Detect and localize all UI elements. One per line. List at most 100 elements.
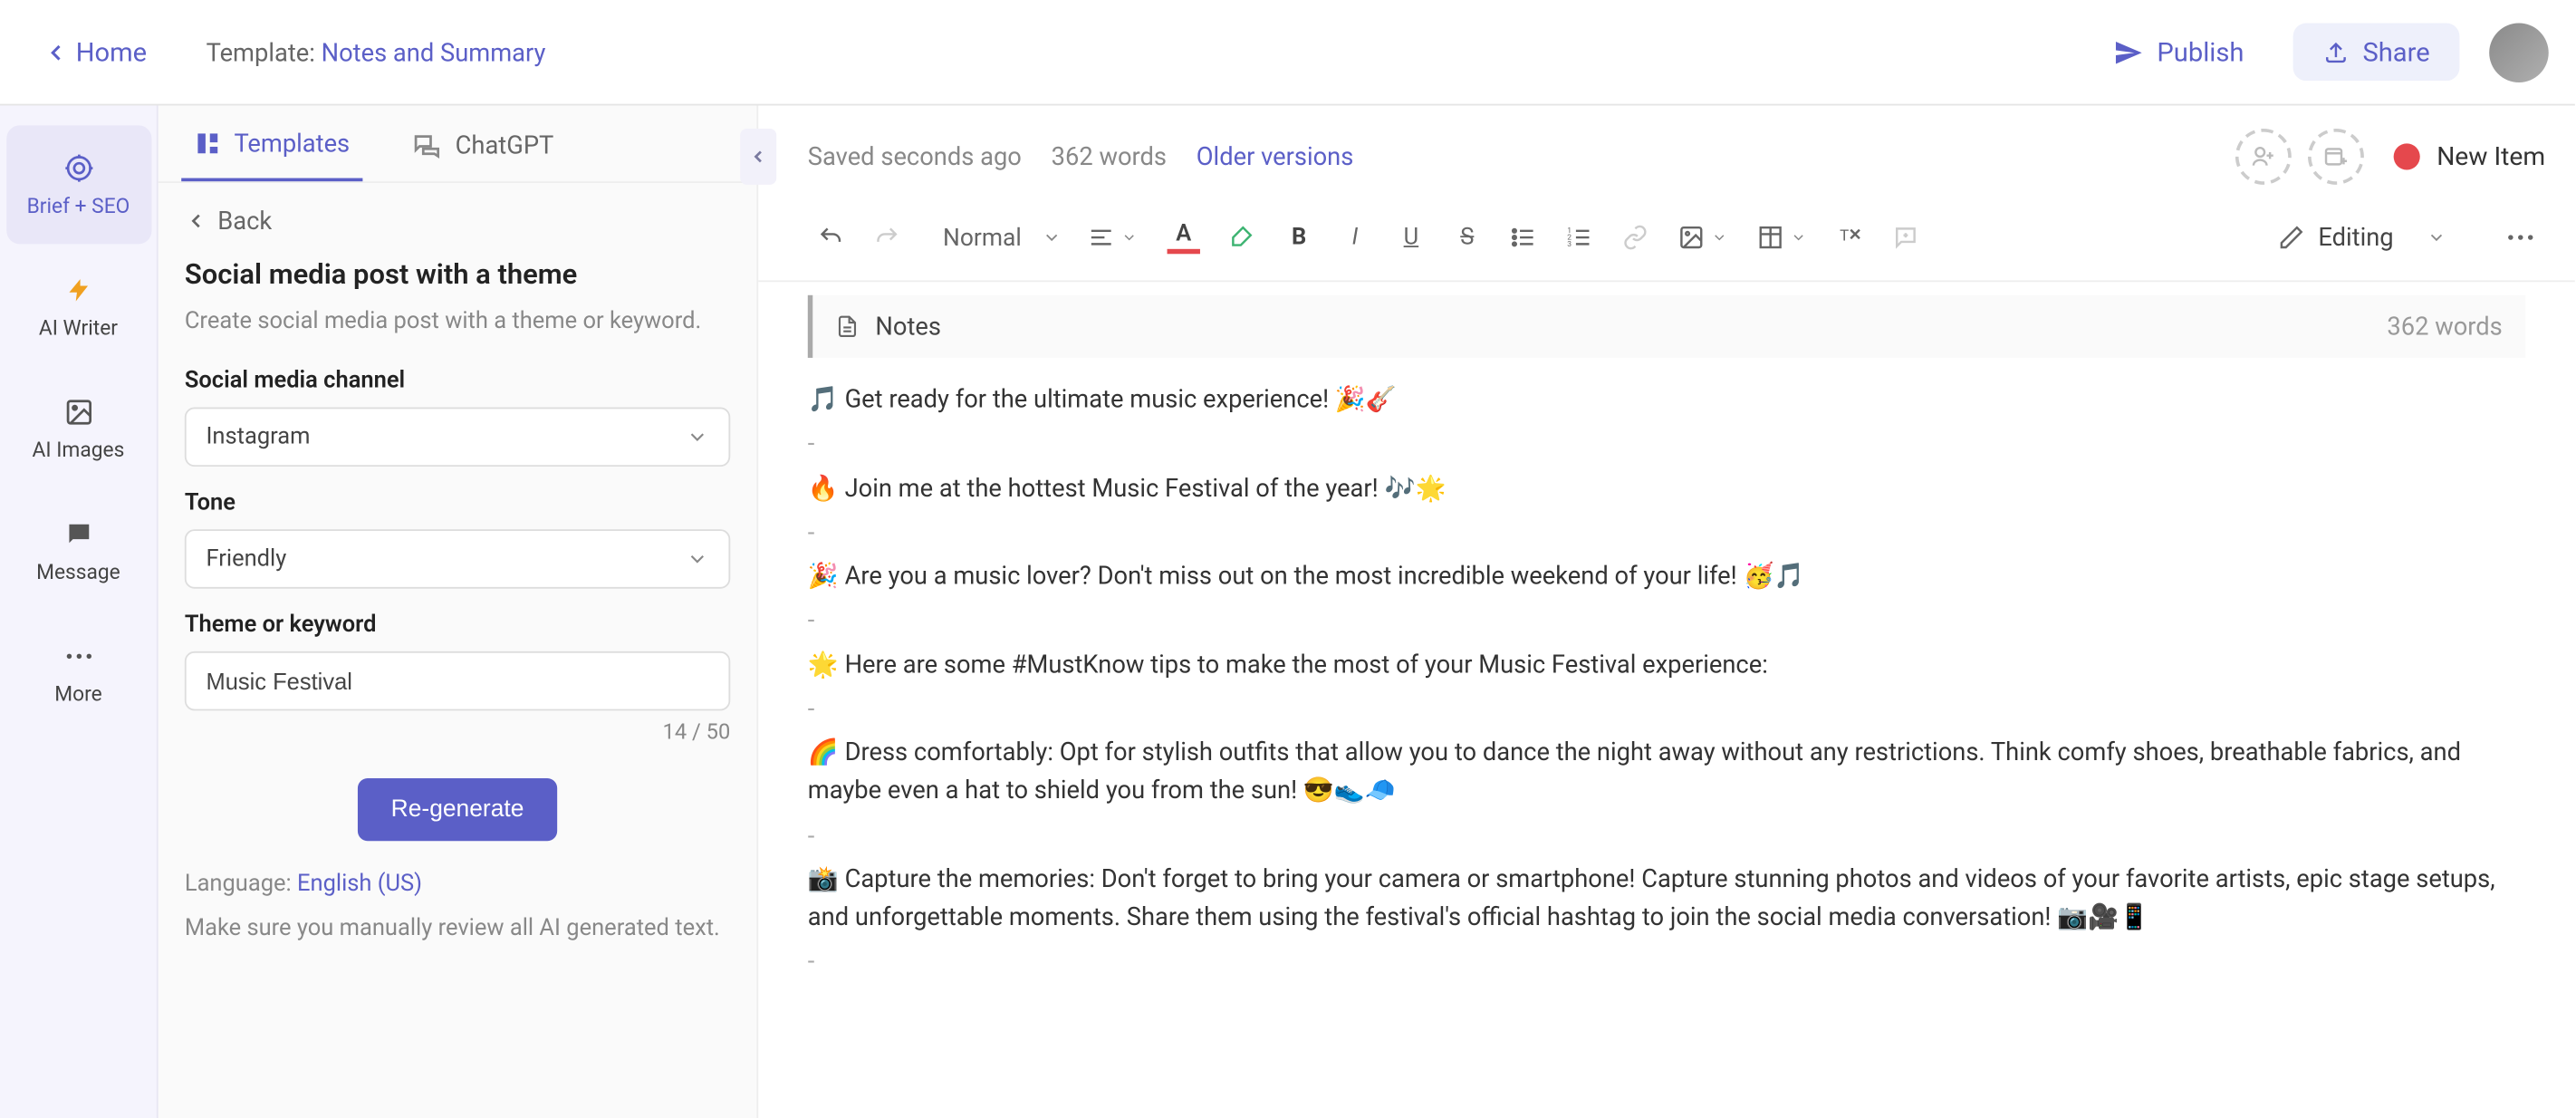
language-line: Language: English (US): [185, 872, 730, 898]
content-separator: -: [808, 514, 2525, 552]
add-date-placeholder[interactable]: [2308, 129, 2364, 185]
rail-label: AI Images: [33, 438, 125, 462]
italic-button[interactable]: I: [1332, 215, 1379, 261]
rail-message[interactable]: Message: [5, 491, 150, 610]
older-versions-link[interactable]: Older versions: [1197, 142, 1354, 172]
more-button[interactable]: [2495, 223, 2545, 253]
comment-button[interactable]: [1882, 215, 1928, 261]
undo-icon: [818, 225, 844, 251]
content-area[interactable]: 🎵 Get ready for the ultimate music exper…: [758, 358, 2575, 1010]
chevron-down-icon: [686, 548, 708, 571]
content-line: 📸 Capture the memories: Don't forget to …: [808, 861, 2525, 938]
content-separator: -: [808, 817, 2525, 855]
share-button[interactable]: Share: [2293, 23, 2459, 81]
chevron-down-icon: [1711, 229, 1727, 246]
clear-format-button[interactable]: T: [1827, 215, 1873, 261]
topbar: Home Template: Notes and Summary Publish…: [0, 0, 2575, 105]
regenerate-button[interactable]: Re-generate: [358, 779, 557, 842]
template-name[interactable]: Notes and Summary: [322, 37, 546, 67]
content-separator: -: [808, 690, 2525, 728]
text-color-button[interactable]: A: [1158, 211, 1210, 264]
content-line: 🌈 Dress comfortably: Opt for stylish out…: [808, 734, 2525, 811]
calendar-plus-icon: [2323, 143, 2350, 169]
image-icon: [1678, 225, 1705, 251]
highlight-icon: [1230, 225, 1256, 251]
undo-button[interactable]: [808, 215, 854, 261]
tone-label: Tone: [185, 490, 730, 516]
meta-row: Saved seconds ago 362 words Older versio…: [758, 105, 2575, 201]
language-link[interactable]: English (US): [297, 872, 422, 898]
text-style-select[interactable]: Normal: [937, 214, 1069, 262]
send-icon: [2114, 37, 2144, 67]
editing-label: Editing: [2318, 223, 2393, 253]
content-separator: -: [808, 602, 2525, 641]
bolt-icon: [65, 276, 91, 303]
back-label: Back: [217, 207, 272, 236]
user-plus-icon: [2251, 143, 2277, 169]
text-style-label: Normal: [943, 224, 1022, 252]
target-icon: [63, 152, 93, 182]
toolbar: Normal A B I U S 123 T Editing: [758, 201, 2575, 282]
link-button[interactable]: [1612, 215, 1658, 261]
new-item-status[interactable]: New Item: [2394, 142, 2545, 172]
redo-button[interactable]: [864, 215, 910, 261]
tab-chatgpt[interactable]: ChatGPT: [399, 105, 567, 181]
keyword-input[interactable]: [207, 669, 709, 695]
rail-ai-images[interactable]: AI Images: [5, 370, 150, 488]
channel-select[interactable]: Instagram: [185, 408, 730, 467]
chevron-down-icon: [686, 426, 708, 448]
numbered-list-button[interactable]: 123: [1556, 215, 1602, 261]
strike-icon: S: [1460, 225, 1474, 251]
content-separator: -: [808, 426, 2525, 464]
word-count: 362 words: [1052, 142, 1167, 172]
tab-label: Templates: [234, 129, 350, 159]
collapse-panel-button[interactable]: [740, 129, 776, 185]
channel-value: Instagram: [207, 424, 311, 450]
notes-section-header[interactable]: Notes 362 words: [808, 295, 2525, 358]
bullet-list-button[interactable]: [1500, 215, 1546, 261]
content-line: 🎉 Are you a music lover? Don't miss out …: [808, 557, 2525, 595]
editing-mode-select[interactable]: Editing: [2265, 213, 2473, 263]
add-user-placeholder[interactable]: [2235, 129, 2292, 185]
highlight-button[interactable]: [1220, 215, 1266, 261]
avatar[interactable]: [2489, 23, 2549, 82]
home-link[interactable]: Home: [26, 26, 163, 77]
saved-status: Saved seconds ago: [808, 142, 1022, 172]
table-button[interactable]: [1747, 215, 1816, 261]
chevron-left-icon: [748, 147, 768, 167]
rail-brief-seo[interactable]: Brief + SEO: [5, 125, 150, 244]
image-button[interactable]: [1668, 215, 1737, 261]
tab-templates[interactable]: Templates: [181, 105, 363, 181]
underline-icon: U: [1404, 225, 1419, 251]
bold-button[interactable]: B: [1276, 215, 1322, 261]
dots-icon: [63, 651, 93, 660]
publish-button[interactable]: Publish: [2091, 23, 2267, 81]
editor: Saved seconds ago 362 words Older versio…: [758, 105, 2575, 1117]
char-count: 14 / 50: [185, 721, 730, 746]
table-icon: [1757, 225, 1783, 251]
rail-ai-writer[interactable]: AI Writer: [5, 247, 150, 366]
align-button[interactable]: [1078, 215, 1147, 261]
back-link[interactable]: Back: [185, 207, 730, 236]
upload-icon: [2323, 39, 2350, 65]
panel-title: Social media post with a theme: [185, 259, 730, 292]
panel-tabs: Templates ChatGPT: [159, 105, 757, 183]
chevron-left-icon: [185, 209, 207, 232]
rail-label: Message: [36, 560, 120, 584]
pencil-icon: [2279, 225, 2305, 251]
panel-description: Create social media post with a theme or…: [185, 305, 730, 339]
tone-select[interactable]: Friendly: [185, 530, 730, 590]
notes-word-count: 362 words: [2387, 312, 2502, 342]
chevron-left-icon: [43, 39, 69, 65]
document-icon: [836, 313, 859, 340]
keyword-label: Theme or keyword: [185, 612, 730, 639]
rail-more[interactable]: More: [5, 613, 150, 732]
review-note: Make sure you manually review all AI gen…: [185, 914, 730, 947]
svg-text:3: 3: [1567, 240, 1572, 249]
chat-icon: [63, 518, 93, 548]
content-line: 🎵 Get ready for the ultimate music exper…: [808, 381, 2525, 419]
publish-label: Publish: [2157, 36, 2244, 68]
align-left-icon: [1088, 225, 1114, 251]
strike-button[interactable]: S: [1444, 215, 1490, 261]
underline-button[interactable]: U: [1388, 215, 1434, 261]
